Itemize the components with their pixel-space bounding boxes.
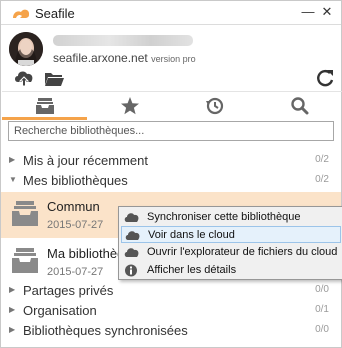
category-label: Partages privés — [23, 283, 114, 298]
expand-caret-icon[interactable]: ▶ — [9, 306, 17, 314]
account-server: seafile.arxone.net version pro — [53, 51, 196, 65]
seafile-window: Seafile — ✕ seafile.arxone.net version p… — [0, 0, 342, 348]
server-address: seafile.arxone.net — [53, 51, 148, 65]
magnifier-icon — [291, 97, 309, 115]
expand-caret-icon[interactable]: ▶ — [9, 286, 17, 294]
cloud-upload-icon[interactable] — [13, 68, 35, 88]
history-clock-icon — [206, 97, 224, 115]
seafile-logo-icon — [13, 9, 30, 18]
category-label: Organisation — [23, 303, 97, 318]
tab-libraries[interactable] — [2, 92, 87, 120]
tree-category-synced-libraries[interactable]: ▶ Bibliothèques synchronisées 0/0 — [1, 321, 341, 341]
account-email-blurred — [53, 35, 193, 46]
menu-item-label: Synchroniser cette bibliothèque — [147, 211, 301, 223]
inbox-tray-icon — [36, 98, 54, 114]
library-name: Commun — [47, 199, 100, 214]
category-count: 0/2 — [315, 174, 329, 185]
menu-item-view-in-cloud[interactable]: Voir dans le cloud — [121, 226, 341, 243]
server-version: version pro — [151, 54, 196, 64]
menu-item-sync-library[interactable]: Synchroniser cette bibliothèque — [121, 209, 341, 226]
library-search-input[interactable] — [8, 121, 334, 141]
category-label: Mis à jour récemment — [23, 153, 148, 168]
tab-search[interactable] — [257, 92, 342, 120]
tab-activity[interactable] — [172, 92, 257, 120]
title-bar: Seafile — ✕ — [1, 1, 341, 25]
cloud-view-icon — [125, 231, 140, 240]
tab-bar — [2, 91, 342, 121]
avatar[interactable] — [9, 32, 43, 66]
minimize-button[interactable]: — — [300, 4, 316, 20]
tab-starred[interactable] — [87, 92, 172, 120]
library-date: 2015-07-27 — [47, 266, 104, 278]
context-menu: Synchroniser cette bibliothèque Voir dan… — [118, 206, 342, 280]
category-count: 0/0 — [315, 284, 329, 295]
library-date: 2015-07-27 — [47, 219, 104, 231]
folder-icon[interactable] — [43, 69, 65, 89]
star-icon — [121, 97, 139, 115]
cloud-sync-icon — [124, 213, 139, 222]
app-title: Seafile — [35, 6, 75, 21]
menu-item-label: Ouvrir l'explorateur de fichiers du clou… — [147, 246, 338, 258]
refresh-icon[interactable] — [315, 68, 337, 88]
collapse-caret-icon[interactable]: ▼ — [9, 176, 17, 184]
close-button[interactable]: ✕ — [319, 4, 335, 20]
menu-item-open-cloud-browser[interactable]: Ouvrir l'explorateur de fichiers du clou… — [121, 244, 341, 261]
menu-item-label: Afficher les détails — [147, 264, 237, 276]
menu-item-label: Voir dans le cloud — [148, 229, 235, 241]
category-count: 0/2 — [315, 154, 329, 165]
tree-category-my-libraries[interactable]: ▼ Mes bibliothèques 0/2 — [1, 171, 341, 191]
category-label: Bibliothèques synchronisées — [23, 323, 188, 338]
cloud-browser-icon — [124, 248, 139, 257]
tree-category-recent[interactable]: ▶ Mis à jour récemment 0/2 — [1, 151, 341, 171]
tree-category-private-shares[interactable]: ▶ Partages privés 0/0 — [1, 281, 341, 301]
category-label: Mes bibliothèques — [23, 173, 128, 188]
library-drawer-icon — [12, 201, 38, 226]
avatar-photo — [9, 32, 43, 66]
category-count: 0/0 — [315, 324, 329, 335]
expand-caret-icon[interactable]: ▶ — [9, 326, 17, 334]
menu-item-show-details[interactable]: Afficher les détails — [121, 262, 341, 279]
info-icon — [125, 264, 137, 277]
expand-caret-icon[interactable]: ▶ — [9, 156, 17, 164]
category-count: 0/1 — [315, 304, 329, 315]
tree-category-organisation[interactable]: ▶ Organisation 0/1 — [1, 301, 341, 321]
library-drawer-icon — [12, 248, 38, 273]
